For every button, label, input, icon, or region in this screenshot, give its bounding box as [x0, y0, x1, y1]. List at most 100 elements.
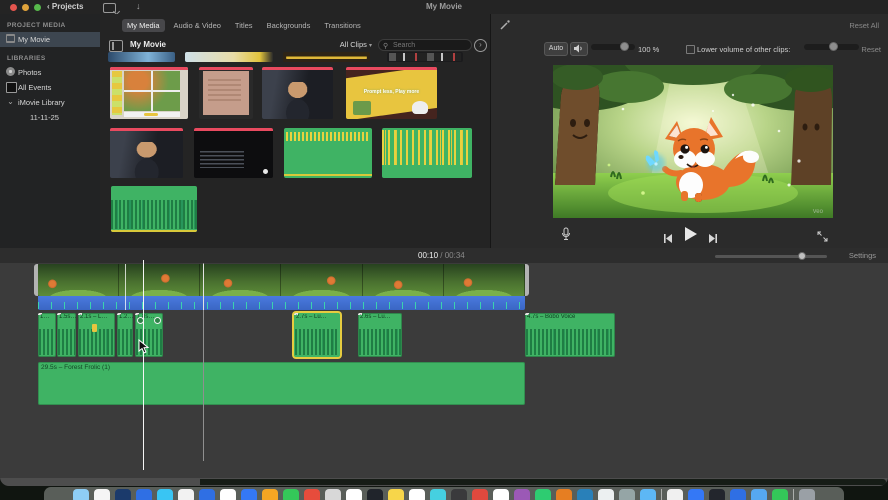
- audio-clip[interactable]: 2.6s – Lu…: [358, 313, 402, 357]
- dock-app-icon[interactable]: [304, 489, 320, 500]
- ducking-slider-knob[interactable]: [829, 42, 839, 51]
- dock-app-icon[interactable]: [598, 489, 614, 500]
- media-thumbnail[interactable]: [284, 128, 372, 178]
- tab-my-media[interactable]: My Media: [122, 19, 165, 32]
- dock-app-icon[interactable]: [556, 489, 572, 500]
- audio-clip[interactable]: 2.1s – L…: [78, 313, 115, 357]
- dock-app-icon[interactable]: [388, 489, 404, 500]
- audio-clip[interactable]: 1…: [38, 313, 56, 357]
- search-input[interactable]: ⚲ Search: [378, 39, 472, 51]
- fade-handle[interactable]: [154, 317, 161, 324]
- media-thumbnail[interactable]: [185, 52, 273, 62]
- tab-backgrounds[interactable]: Backgrounds: [262, 19, 316, 32]
- sidebar-item-photos[interactable]: Photos: [0, 65, 100, 80]
- dock-app-icon[interactable]: [241, 489, 257, 500]
- dock-app-icon[interactable]: [688, 489, 704, 500]
- clip-appearance-icon[interactable]: ›: [474, 39, 487, 52]
- dock-app-icon[interactable]: [730, 489, 746, 500]
- dock-app-icon[interactable]: [367, 489, 383, 500]
- media-thumbnail[interactable]: [283, 52, 370, 62]
- reset-all-button[interactable]: Reset All: [849, 21, 879, 30]
- volume-slider-knob[interactable]: [620, 42, 630, 51]
- media-thumbnail[interactable]: Prompt less, Play more: [346, 67, 437, 119]
- media-thumbnail[interactable]: [108, 52, 175, 62]
- horizontal-scrollbar[interactable]: [200, 479, 886, 485]
- sidebar-item-my-movie[interactable]: My Movie: [0, 32, 100, 47]
- fullscreen-icon[interactable]: [817, 229, 828, 247]
- person-figure: [129, 142, 164, 178]
- dock-app-icon[interactable]: [709, 489, 725, 500]
- dock-app-icon[interactable]: [799, 489, 815, 500]
- dock[interactable]: [44, 487, 844, 500]
- dock-app-icon[interactable]: [619, 489, 635, 500]
- volume-slider[interactable]: [591, 42, 635, 51]
- dock-app-icon[interactable]: [514, 489, 530, 500]
- media-thumbnail[interactable]: [387, 52, 463, 62]
- dock-app-icon[interactable]: [535, 489, 551, 500]
- clip-trim-handle-right[interactable]: [525, 264, 529, 296]
- dock-app-icon[interactable]: [472, 489, 488, 500]
- dock-app-icon[interactable]: [577, 489, 593, 500]
- dock-app-icon[interactable]: [283, 489, 299, 500]
- ducking-slider[interactable]: [804, 42, 859, 51]
- media-thumbnail[interactable]: [110, 128, 183, 178]
- dock-app-icon[interactable]: [751, 489, 767, 500]
- previous-frame-button[interactable]: [663, 230, 673, 248]
- voiceover-mic-icon[interactable]: [561, 227, 571, 246]
- dock-app-icon[interactable]: [157, 489, 173, 500]
- auto-volume-button[interactable]: Auto: [544, 42, 568, 56]
- enhance-wand-icon[interactable]: [499, 19, 511, 31]
- media-thumbnail[interactable]: [262, 67, 333, 119]
- media-thumbnail[interactable]: [194, 128, 273, 178]
- tab-titles[interactable]: Titles: [230, 19, 258, 32]
- dock-app-icon[interactable]: [220, 489, 236, 500]
- playhead[interactable]: [143, 260, 144, 470]
- mute-button[interactable]: [570, 42, 588, 56]
- dock-app-icon[interactable]: [409, 489, 425, 500]
- audio-clip[interactable]: 2.7s – Lu…: [294, 313, 340, 357]
- dock-app-icon[interactable]: [199, 489, 215, 500]
- clip-waveform: [526, 329, 614, 355]
- sidebar-item-11-11-25[interactable]: 11-11-25: [0, 110, 100, 125]
- sidebar-item-all-events[interactable]: All Events: [0, 80, 100, 95]
- audio-clip[interactable]: 1.5s…: [57, 313, 76, 357]
- tab-audio-video[interactable]: Audio & Video: [169, 19, 226, 32]
- video-track-filmstrip[interactable]: [38, 264, 525, 296]
- background-music-clip[interactable]: 29.5s – Forest Frolic (1): [38, 362, 525, 405]
- lower-volume-checkbox[interactable]: [686, 45, 695, 54]
- audio-clip[interactable]: 4.7s – Bobo Voice: [525, 313, 615, 357]
- dock-app-icon[interactable]: [772, 489, 788, 500]
- dock-app-icon[interactable]: [73, 489, 89, 500]
- dock-app-icon[interactable]: [262, 489, 278, 500]
- media-thumbnail[interactable]: [110, 67, 188, 119]
- timeline-zoom-knob[interactable]: [798, 252, 807, 260]
- dock-app-icon[interactable]: [493, 489, 509, 500]
- dock-app-icon[interactable]: [136, 489, 152, 500]
- media-thumbnail[interactable]: [382, 128, 472, 178]
- beat-marker: [92, 323, 98, 332]
- dock-app-icon[interactable]: [94, 489, 110, 500]
- dock-app-icon[interactable]: [451, 489, 467, 500]
- tab-transitions[interactable]: Transitions: [319, 19, 365, 32]
- settings-button[interactable]: Settings: [849, 251, 876, 260]
- dock-app-icon[interactable]: [640, 489, 656, 500]
- dock-app-icon[interactable]: [178, 489, 194, 500]
- play-button[interactable]: [684, 227, 697, 246]
- volume-reset-button[interactable]: Reset: [861, 45, 881, 54]
- media-thumbnail[interactable]: [199, 67, 253, 119]
- dock-app-icon[interactable]: [346, 489, 362, 500]
- dock-app-icon[interactable]: [667, 489, 683, 500]
- all-clips-dropdown[interactable]: All Clips ▾: [340, 40, 372, 49]
- audio-clip[interactable]: 1.2…: [117, 313, 133, 357]
- video-preview[interactable]: Veo: [553, 65, 833, 218]
- sidebar-toggle-icon[interactable]: [109, 40, 123, 52]
- sidebar-item-imovie-library[interactable]: ⌄ iMovie Library: [0, 95, 100, 110]
- timeline[interactable]: 1… 1.5s… 2.1s – L… 1.2… 1.8s… 2.7s – Lu… 2.6s …: [0, 260, 888, 478]
- dock-app-icon[interactable]: [325, 489, 341, 500]
- timeline-zoom-slider[interactable]: [715, 252, 827, 260]
- media-thumbnail[interactable]: [111, 186, 197, 232]
- dock-app-icon[interactable]: [115, 489, 131, 500]
- dock-app-icon[interactable]: [430, 489, 446, 500]
- attached-audio-track[interactable]: [38, 296, 525, 310]
- next-frame-button[interactable]: [708, 230, 718, 248]
